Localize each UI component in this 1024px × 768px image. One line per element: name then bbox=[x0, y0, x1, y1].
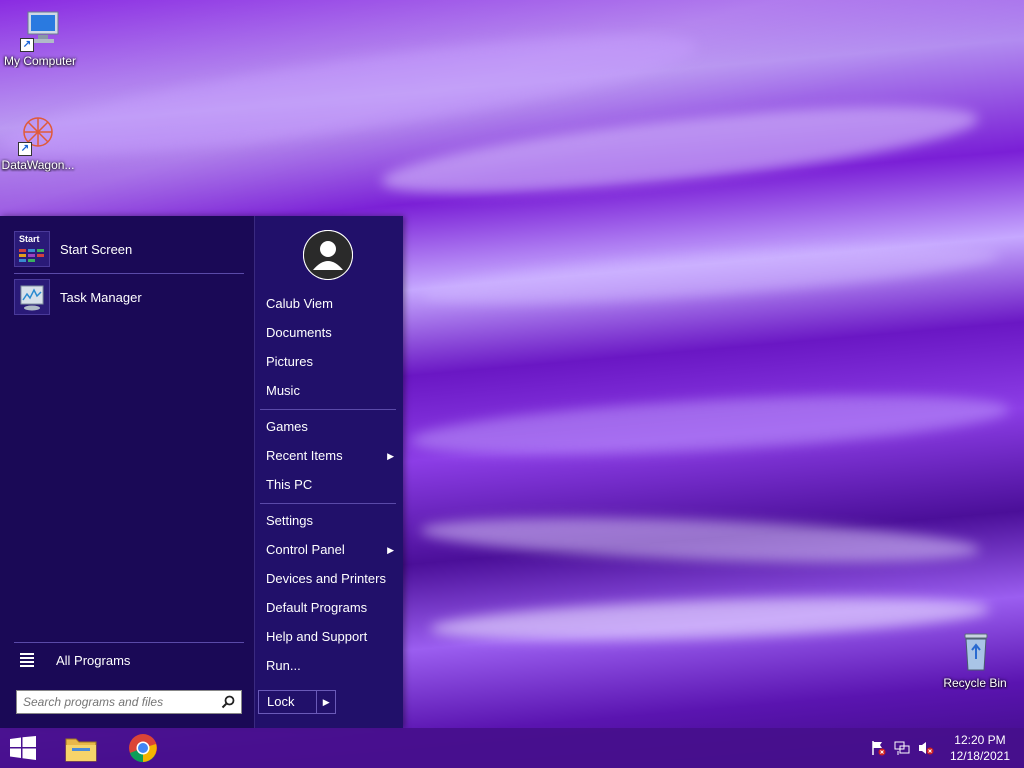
menu-item-label: Games bbox=[266, 419, 308, 434]
lock-button-group: Lock ▶ bbox=[258, 690, 336, 714]
lock-button[interactable]: Lock bbox=[259, 691, 318, 713]
menu-item-user[interactable]: Calub Viem bbox=[266, 291, 396, 317]
clock-time: 12:20 PM bbox=[954, 733, 1006, 747]
menu-item-label: Calub Viem bbox=[266, 296, 333, 311]
computer-icon: ↗ bbox=[18, 8, 62, 52]
desktop-icon-label: My Computer bbox=[3, 54, 77, 68]
task-manager-icon bbox=[14, 279, 50, 315]
menu-item-run[interactable]: Run... bbox=[266, 653, 396, 679]
taskbar: 12:20 PM 12/18/2021 bbox=[0, 728, 1024, 768]
start-menu-right-pane: Calub Viem Documents Pictures Music Game… bbox=[255, 216, 403, 728]
lock-options-chevron-icon[interactable]: ▶ bbox=[317, 691, 335, 713]
menu-item-recent-items[interactable]: Recent Items ▶ bbox=[266, 443, 396, 469]
divider bbox=[260, 409, 396, 410]
pinned-item-start-screen[interactable]: Start Start Screen bbox=[14, 230, 244, 268]
menu-item-label: Settings bbox=[266, 513, 313, 528]
search-icon[interactable] bbox=[221, 695, 235, 709]
pinned-item-label: Start Screen bbox=[60, 241, 133, 257]
chevron-right-icon: ▶ bbox=[387, 451, 394, 461]
menu-item-label: Pictures bbox=[266, 354, 313, 369]
menu-item-label: This PC bbox=[266, 477, 313, 492]
chevron-right-icon: ▶ bbox=[387, 545, 394, 555]
start-button[interactable] bbox=[0, 730, 46, 766]
menu-item-devices-printers[interactable]: Devices and Printers bbox=[266, 566, 396, 592]
desktop-icon-recycle-bin[interactable]: Recycle Bin bbox=[935, 630, 1015, 690]
menu-item-label: Run... bbox=[266, 658, 301, 673]
volume-muted-icon[interactable] bbox=[918, 740, 934, 756]
desktop-icon-label: Recycle Bin bbox=[943, 676, 1007, 690]
all-programs-button[interactable]: All Programs bbox=[14, 644, 244, 676]
menu-item-label: Recent Items bbox=[266, 448, 343, 463]
datawagon-icon: ↗ bbox=[16, 112, 60, 156]
menu-item-default-programs[interactable]: Default Programs bbox=[266, 595, 396, 621]
network-icon[interactable] bbox=[894, 740, 910, 756]
shortcut-arrow-icon: ↗ bbox=[20, 38, 34, 52]
menu-item-label: Devices and Printers bbox=[266, 571, 386, 586]
menu-item-label: Default Programs bbox=[266, 600, 368, 615]
divider bbox=[14, 642, 244, 643]
menu-item-label: Help and Support bbox=[266, 629, 368, 644]
menu-item-help-support[interactable]: Help and Support bbox=[266, 624, 396, 650]
clock-date: 12/18/2021 bbox=[949, 749, 1010, 763]
menu-item-settings[interactable]: Settings bbox=[266, 508, 396, 534]
list-icon bbox=[20, 651, 34, 669]
file-explorer-icon bbox=[65, 738, 97, 762]
chrome-icon bbox=[129, 734, 157, 763]
menu-item-label: Music bbox=[266, 383, 300, 398]
desktop-icon-datawagon[interactable]: ↗ DataWagon... bbox=[0, 112, 78, 172]
menu-item-pictures[interactable]: Pictures bbox=[266, 349, 396, 375]
desktop-icon-my-computer[interactable]: ↗ My Computer bbox=[0, 8, 80, 68]
taskbar-clock[interactable]: 12:20 PM 12/18/2021 bbox=[950, 732, 1010, 764]
menu-item-label: Documents bbox=[266, 325, 332, 340]
all-programs-label: All Programs bbox=[56, 652, 131, 668]
start-screen-icon: Start bbox=[14, 231, 50, 267]
menu-item-label: Control Panel bbox=[266, 542, 345, 557]
start-menu: Start Start Screen Task Manager All Prog… bbox=[0, 216, 403, 728]
pinned-item-task-manager[interactable]: Task Manager bbox=[14, 278, 244, 316]
menu-item-this-pc[interactable]: This PC bbox=[266, 472, 396, 498]
shortcut-arrow-icon: ↗ bbox=[18, 142, 32, 156]
menu-item-music[interactable]: Music bbox=[266, 378, 396, 404]
system-tray: 12:20 PM 12/18/2021 bbox=[866, 728, 1024, 768]
menu-item-control-panel[interactable]: Control Panel ▶ bbox=[266, 537, 396, 563]
user-avatar-icon[interactable] bbox=[303, 230, 353, 280]
action-center-flag-icon[interactable] bbox=[870, 740, 886, 756]
taskbar-file-explorer-button[interactable] bbox=[58, 730, 104, 766]
search-box[interactable] bbox=[16, 690, 242, 714]
menu-item-documents[interactable]: Documents bbox=[266, 320, 396, 346]
start-menu-left-pane: Start Start Screen Task Manager All Prog… bbox=[0, 216, 255, 728]
divider bbox=[14, 273, 244, 274]
divider bbox=[260, 503, 396, 504]
taskbar-chrome-button[interactable] bbox=[120, 730, 166, 766]
recycle-bin-icon bbox=[953, 630, 997, 674]
desktop-icon-label: DataWagon... bbox=[1, 158, 75, 172]
search-input[interactable] bbox=[17, 691, 219, 713]
pinned-item-label: Task Manager bbox=[60, 289, 142, 305]
windows-logo-icon bbox=[10, 736, 36, 760]
menu-item-games[interactable]: Games bbox=[266, 414, 396, 440]
